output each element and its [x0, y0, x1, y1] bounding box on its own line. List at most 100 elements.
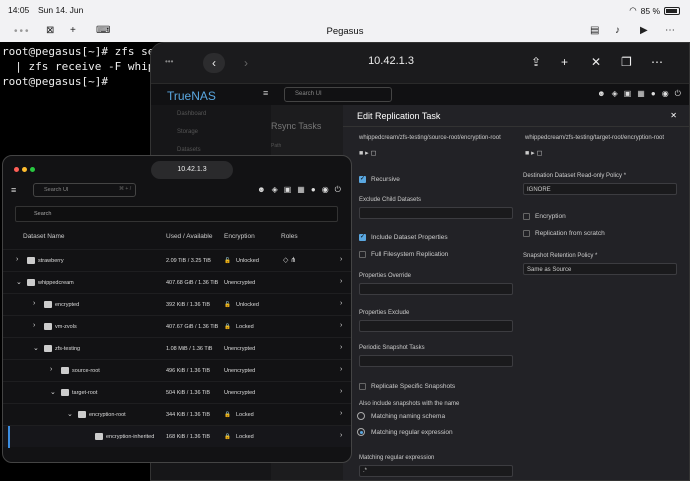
from-scratch-label: Replication from scratch — [535, 230, 605, 237]
maximize-dot[interactable] — [30, 167, 35, 172]
terminal-title: Pegasus — [326, 26, 364, 37]
share-icon[interactable]: ⇪ — [531, 55, 541, 69]
truecommand-icon[interactable]: ◈ — [612, 89, 618, 99]
row-arrow-icon[interactable]: › — [340, 278, 342, 285]
close-icon[interactable]: ✕ — [670, 111, 677, 120]
table-row[interactable]: ⌄ whippedcream 407.68 GiB / 1.36 TiB Une… — [3, 271, 351, 293]
row-arrow-icon[interactable]: › — [340, 366, 342, 373]
address-bar[interactable]: 10.42.1.3 — [321, 55, 461, 67]
source-tree-icon[interactable]: ■ ▸ ◻ — [359, 149, 376, 157]
alert-icon[interactable]: ● — [651, 89, 656, 99]
collapse-icon[interactable]: ⌄ — [33, 344, 39, 352]
full-fs-checkbox[interactable] — [359, 251, 366, 258]
also-include-label: Also include snapshots with the name — [359, 401, 460, 407]
col-used[interactable]: Used / Available — [166, 233, 213, 240]
account-icon[interactable]: ◉ — [662, 89, 669, 99]
target-tree-icon[interactable]: ■ ▸ ◻ — [525, 149, 542, 157]
play-icon[interactable]: ▶ — [640, 25, 648, 36]
microphone-icon[interactable]: ♪ — [615, 25, 620, 36]
table-row[interactable]: › encrypted 392 KiB / 1.36 TiB 🔓 Unlocke… — [3, 293, 351, 315]
menu-icon[interactable]: ≡ — [11, 185, 16, 195]
minimize-dot[interactable] — [22, 167, 27, 172]
jobs-icon[interactable]: ▦ — [637, 89, 645, 99]
table-row[interactable]: › source-root 496 KiB / 1.36 TiB Unencry… — [3, 359, 351, 381]
retention-value: Same as Source — [527, 267, 572, 273]
col-roles[interactable]: Roles — [281, 233, 298, 240]
col-encryption[interactable]: Encryption — [224, 233, 255, 240]
include-props-checkbox[interactable] — [359, 233, 366, 241]
power-icon[interactable]: ⏻ — [675, 89, 681, 99]
more-icon[interactable]: ⋯ — [651, 55, 663, 69]
tabs-icon[interactable]: ❐ — [621, 55, 632, 69]
row-arrow-icon[interactable]: › — [340, 322, 342, 329]
table-row[interactable]: ⌄ encryption-root 344 KiB / 1.36 TiB 🔒 L… — [3, 403, 351, 425]
expand-icon[interactable]: › — [16, 256, 18, 263]
expand-icon[interactable]: › — [33, 300, 35, 307]
back-button[interactable]: ‹ — [203, 53, 225, 73]
expand-icon[interactable]: › — [50, 366, 52, 373]
clipboard-icon[interactable]: ▣ — [624, 89, 632, 99]
source-path: whippedcream/zfs-testing/source-root/enc… — [359, 135, 501, 141]
dataset-icon — [95, 433, 103, 440]
from-scratch-checkbox[interactable] — [523, 230, 530, 237]
table-row-selected[interactable]: encryption-inherited 168 KiB / 1.36 TiB … — [3, 425, 351, 448]
sidebar-item-dashboard[interactable]: Dashboard — [151, 105, 271, 123]
collapse-icon[interactable]: ⌄ — [67, 410, 73, 418]
close-dot[interactable] — [14, 167, 19, 172]
row-arrow-icon[interactable]: › — [340, 344, 342, 351]
truecommand-icon[interactable]: ◈ — [272, 185, 278, 195]
regex-radio[interactable] — [357, 428, 365, 436]
jobs-icon[interactable]: ▦ — [297, 185, 305, 195]
clipboard-icon[interactable]: ▤ — [590, 25, 599, 36]
row-arrow-icon[interactable]: › — [340, 410, 342, 417]
window-dots-icon[interactable]: ••• — [165, 57, 173, 66]
encryption-status: Unlocked — [236, 302, 259, 308]
dataset-icon — [27, 279, 35, 286]
periodic-select[interactable] — [359, 355, 513, 367]
search-input[interactable]: Search UI — [284, 87, 392, 102]
new-tab-icon[interactable]: + — [561, 55, 568, 69]
menu-icon[interactable]: ≡ — [263, 88, 268, 98]
used-available: 2.09 TiB / 3.25 TiB — [166, 258, 211, 264]
user-icon[interactable]: ☻ — [597, 89, 605, 99]
encryption-checkbox[interactable] — [523, 213, 530, 220]
col-name[interactable]: Dataset Name — [23, 233, 65, 240]
table-row[interactable]: › vm-zvols 407.67 GiB / 1.36 TiB 🔒 Locke… — [3, 315, 351, 337]
encryption-status: Unencrypted — [224, 346, 256, 352]
account-icon[interactable]: ◉ — [322, 185, 329, 195]
row-arrow-icon[interactable]: › — [340, 300, 342, 307]
naming-schema-radio[interactable] — [357, 412, 365, 420]
regex-input[interactable] — [359, 465, 513, 477]
row-arrow-icon[interactable]: › — [340, 432, 342, 439]
recursive-checkbox[interactable] — [359, 175, 366, 183]
panel-title: Edit Replication Task — [343, 105, 689, 127]
close-icon[interactable]: ✕ — [591, 55, 601, 69]
row-arrow-icon[interactable]: › — [340, 256, 342, 263]
user-icon[interactable]: ☻ — [257, 185, 265, 195]
table-row[interactable]: › strawberry 2.09 TiB / 3.25 TiB 🔓 Unloc… — [3, 249, 351, 271]
encryption-status: Unencrypted — [224, 368, 256, 374]
props-exclude-input[interactable] — [359, 320, 513, 332]
alert-icon[interactable]: ● — [311, 185, 316, 195]
dataset-search-input[interactable]: Search — [15, 206, 338, 222]
collapse-icon[interactable]: ⌄ — [16, 278, 22, 286]
row-arrow-icon[interactable]: › — [340, 388, 342, 395]
collapse-icon[interactable]: ⌄ — [50, 388, 56, 396]
clipboard-icon[interactable]: ▣ — [284, 185, 292, 195]
sidebar-item-storage[interactable]: Storage — [151, 123, 271, 141]
more-icon[interactable]: ⋯ — [665, 25, 675, 36]
replicate-specific-checkbox[interactable] — [359, 383, 366, 390]
forward-button[interactable]: › — [235, 53, 257, 73]
expand-icon[interactable]: › — [33, 322, 35, 329]
used-available: 407.67 GiB / 1.36 TiB — [166, 324, 219, 330]
table-row[interactable]: ⌄ zfs-testing 1.08 MiB / 1.36 TiB Unencr… — [3, 337, 351, 359]
power-icon[interactable]: ⏻ — [335, 185, 341, 195]
address-bar[interactable]: 10.42.1.3 — [151, 161, 233, 179]
exclude-child-label: Exclude Child Datasets — [359, 197, 422, 203]
table-row[interactable]: ⌄ target-root 504 KiB / 1.36 TiB Unencry… — [3, 381, 351, 403]
props-override-input[interactable] — [359, 283, 513, 295]
target-path: whippedcream/zfs-testing/target-root/enc… — [525, 135, 665, 141]
header-icons: ☻ ◈ ▣ ▦ ● ◉ ⏻ — [597, 89, 681, 99]
exclude-child-input[interactable] — [359, 207, 513, 219]
include-props-label: Include Dataset Properties — [371, 234, 448, 241]
